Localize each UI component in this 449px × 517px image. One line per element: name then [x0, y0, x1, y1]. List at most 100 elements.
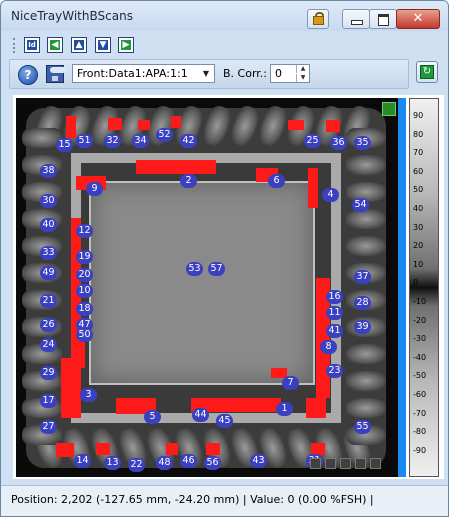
move-right-button[interactable]: ▶: [118, 37, 134, 53]
channel-label[interactable]: 7: [282, 376, 299, 390]
pad-right: [346, 155, 386, 175]
channel-label[interactable]: 14: [74, 454, 91, 468]
channel-label[interactable]: 13: [104, 456, 121, 470]
title-bar[interactable]: NiceTrayWithBScans ✕: [1, 1, 448, 31]
defect-region: [66, 116, 76, 138]
die-area: [89, 181, 315, 385]
move-left-button[interactable]: ◀: [47, 37, 63, 53]
channel-label[interactable]: 10: [76, 284, 93, 298]
scale-tick-label: -50: [413, 371, 427, 381]
channel-label[interactable]: 8: [320, 340, 337, 354]
view-select[interactable]: Front:Data1:APA:1:1 ▼: [72, 64, 215, 83]
arrow-down-glyph: ▼: [99, 40, 107, 50]
channel-label[interactable]: 21: [40, 294, 57, 308]
channel-label[interactable]: 1: [276, 402, 293, 416]
channel-label[interactable]: 45: [216, 414, 233, 428]
defect-region: [61, 358, 81, 418]
channel-label[interactable]: 12: [76, 224, 93, 238]
channel-label[interactable]: 50: [76, 328, 93, 342]
minimize-icon: [351, 20, 363, 25]
channel-label[interactable]: 36: [330, 136, 347, 150]
channel-label[interactable]: 44: [192, 408, 209, 422]
channel-label[interactable]: 48: [156, 456, 173, 470]
channel-label[interactable]: 32: [104, 134, 121, 148]
refresh-icon: ↻: [420, 65, 434, 79]
scale-tick-label: -70: [413, 408, 427, 418]
channel-label[interactable]: 3: [80, 388, 97, 402]
channel-label[interactable]: 22: [128, 458, 145, 472]
scale-tick-label: 10: [413, 259, 424, 269]
scale-tick-label: -30: [413, 334, 427, 344]
scale-tick-label: -40: [413, 352, 427, 362]
channel-label[interactable]: 56: [204, 456, 221, 470]
channel-label[interactable]: 4: [322, 188, 339, 202]
channel-label[interactable]: 54: [352, 198, 369, 212]
channel-label[interactable]: 28: [354, 296, 371, 310]
channel-label[interactable]: 39: [354, 320, 371, 334]
channel-label[interactable]: 34: [132, 134, 149, 148]
channel-label[interactable]: 11: [326, 306, 343, 320]
channel-label[interactable]: 20: [76, 268, 93, 282]
channel-label[interactable]: 5: [144, 410, 161, 424]
channel-label[interactable]: 57: [208, 262, 225, 276]
bcorr-stepper[interactable]: 0 ▲ ▼: [270, 64, 310, 83]
channel-label[interactable]: 19: [76, 250, 93, 264]
scale-tick-label: 30: [413, 222, 424, 232]
id-button[interactable]: Id: [24, 37, 40, 53]
channel-label[interactable]: 37: [354, 270, 371, 284]
channel-label[interactable]: 6: [268, 174, 285, 188]
chevron-down-icon[interactable]: ▼: [199, 66, 213, 81]
move-down-button[interactable]: ▼: [95, 37, 111, 53]
channel-label[interactable]: 24: [40, 338, 57, 352]
lock-button[interactable]: [307, 9, 329, 29]
channel-label[interactable]: 30: [40, 194, 57, 208]
bcorr-value[interactable]: 0: [275, 67, 282, 80]
channel-label[interactable]: 52: [156, 128, 173, 142]
defect-region: [96, 443, 110, 455]
save-button[interactable]: [46, 65, 67, 83]
scale-tick-label: 60: [413, 166, 424, 176]
channel-label[interactable]: 26: [40, 318, 57, 332]
channel-label[interactable]: 18: [76, 302, 93, 316]
channel-label[interactable]: 49: [40, 266, 57, 280]
refresh-button[interactable]: ↻: [416, 61, 438, 83]
channel-label[interactable]: 15: [56, 138, 73, 152]
defect-region: [288, 120, 304, 130]
channel-label[interactable]: 2: [180, 174, 197, 188]
channel-label[interactable]: 42: [180, 134, 197, 148]
save-icon-label: [50, 67, 67, 73]
close-button[interactable]: ✕: [396, 9, 440, 29]
channel-label[interactable]: 16: [326, 290, 343, 304]
channel-label[interactable]: 51: [76, 134, 93, 148]
channel-label[interactable]: 40: [40, 218, 57, 232]
minimize-button[interactable]: [342, 9, 370, 29]
channel-label[interactable]: 43: [250, 454, 267, 468]
channel-label[interactable]: 29: [40, 366, 57, 380]
scan-image[interactable]: 15 51 32 34 52 42 25 36 35 38 9 2 6 4 30 54 40 12 33 19 53 57…: [16, 98, 398, 477]
channel-label[interactable]: 35: [354, 136, 371, 150]
selection-marker: [382, 102, 396, 116]
channel-label[interactable]: 17: [40, 394, 57, 408]
pad-right: [346, 398, 386, 418]
channel-label[interactable]: 27: [40, 420, 57, 434]
scan-scrollbar[interactable]: [398, 98, 406, 477]
help-button[interactable]: ?: [18, 65, 38, 85]
toolbar-grip[interactable]: [13, 38, 17, 53]
status-bar: Position: 2,202 (-127.65 mm, -24.20 mm) …: [1, 485, 448, 516]
channel-label[interactable]: 33: [40, 246, 57, 260]
maximize-button[interactable]: [369, 9, 397, 29]
pad-right: [346, 209, 386, 229]
scale-tick-label: -80: [413, 427, 427, 437]
channel-label[interactable]: 9: [86, 182, 103, 196]
channel-label[interactable]: 25: [304, 134, 321, 148]
channel-label[interactable]: 23: [326, 364, 343, 378]
scale-tick-label: -20: [413, 315, 427, 325]
channel-label[interactable]: 53: [186, 262, 203, 276]
stepper-up-icon[interactable]: ▲: [296, 65, 309, 73]
channel-label[interactable]: 41: [326, 324, 343, 338]
channel-label[interactable]: 55: [354, 420, 371, 434]
channel-label[interactable]: 46: [180, 454, 197, 468]
move-up-button[interactable]: ▲: [71, 37, 87, 53]
channel-label[interactable]: 38: [40, 164, 57, 178]
stepper-down-icon[interactable]: ▼: [296, 74, 309, 82]
